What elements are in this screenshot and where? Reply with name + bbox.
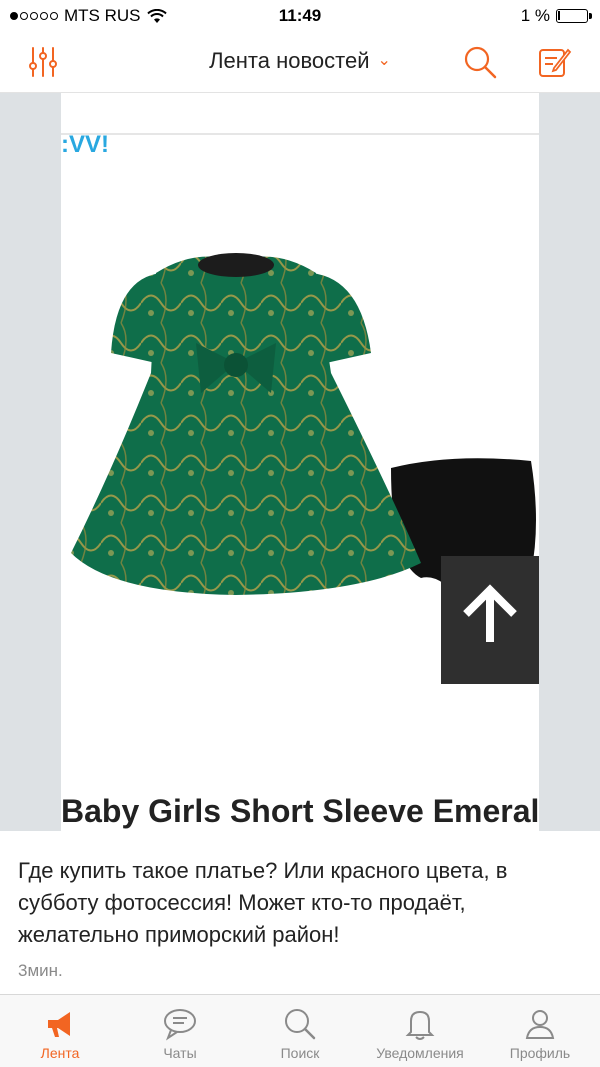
divider — [61, 133, 539, 135]
post-timestamp: 3мин. — [18, 961, 63, 980]
battery-icon — [556, 9, 592, 23]
clock: 11:49 — [278, 6, 322, 25]
tab-chats[interactable]: Чаты — [120, 995, 240, 1067]
bell-icon — [405, 1010, 435, 1040]
scroll-to-top-button[interactable] — [441, 556, 539, 684]
post-text: Где купить такое платье? Или красного цв… — [18, 858, 508, 947]
tab-label: Уведомления — [376, 1045, 464, 1061]
tab-label: Профиль — [509, 1045, 571, 1061]
post-image[interactable]: :VV! Baby Girls Short Sleeve Emerald — [61, 93, 539, 831]
top-navigation-bar: Лента новостей ⌄ — [0, 32, 600, 93]
battery-status: 1 % — [520, 6, 592, 26]
bottom-tab-bar: Лента Чаты Поиск Уведомления Профиль — [0, 994, 600, 1067]
tab-feed[interactable]: Лента — [0, 995, 120, 1067]
tab-label: Поиск — [280, 1045, 320, 1061]
brand-badge: :VV! — [61, 131, 109, 158]
profile-icon — [525, 1010, 555, 1039]
tab-label: Чаты — [163, 1045, 197, 1061]
arrow-up-icon — [463, 584, 517, 642]
search-icon — [285, 1009, 316, 1040]
tab-search[interactable]: Поиск — [240, 995, 360, 1067]
post-content[interactable]: Где купить такое платье? Или красного цв… — [0, 831, 600, 994]
status-bar: MTS RUS 11:49 1 % — [0, 0, 600, 32]
battery-percent: 1 % — [520, 6, 550, 25]
feed-area: :VV! Baby Girls Short Sleeve Emerald — [0, 93, 600, 831]
tab-label: Лента — [40, 1045, 80, 1061]
compose-icon[interactable] — [536, 44, 572, 80]
megaphone-icon — [48, 1012, 70, 1037]
product-title: Baby Girls Short Sleeve Emerald — [61, 793, 539, 829]
search-icon[interactable] — [462, 44, 498, 80]
page-title: Лента новостей — [209, 48, 370, 73]
tab-notifications[interactable]: Уведомления — [360, 995, 480, 1067]
chevron-down-icon: ⌄ — [377, 52, 391, 69]
chat-bubble-icon — [164, 1009, 196, 1041]
tab-profile[interactable]: Профиль — [480, 995, 600, 1067]
feed-selector[interactable]: Лента новостей ⌄ — [0, 48, 600, 74]
